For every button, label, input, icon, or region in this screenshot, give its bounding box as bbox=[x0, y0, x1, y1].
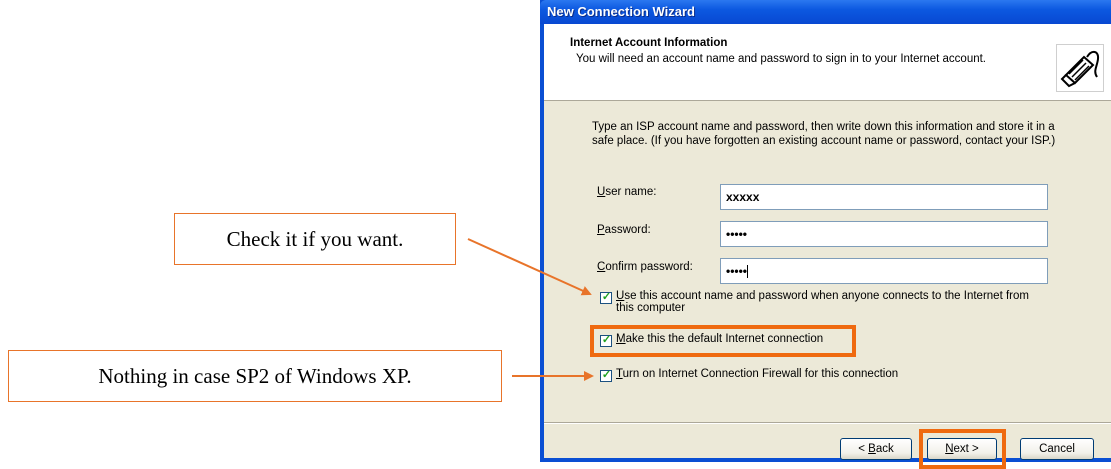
callout-arrows bbox=[467, 238, 594, 381]
arrow-to-use-account bbox=[467, 238, 592, 296]
